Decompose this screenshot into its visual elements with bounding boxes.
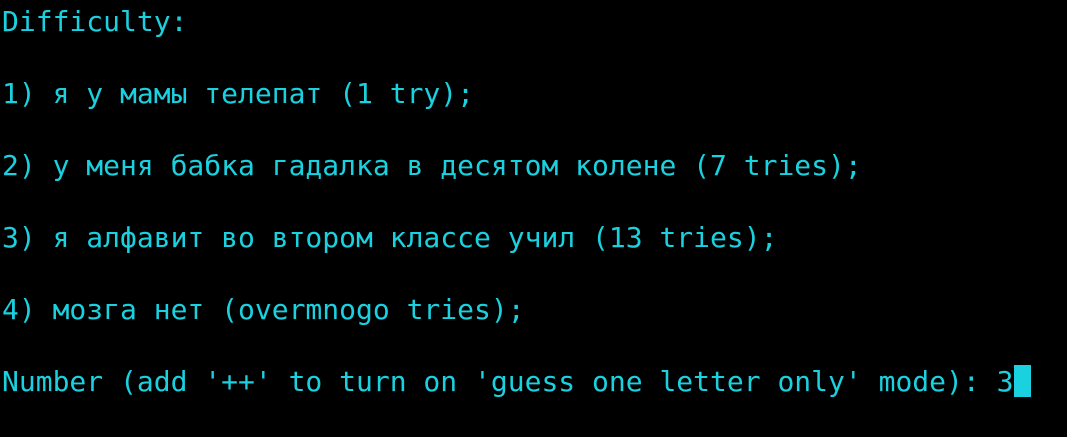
input-prompt: Number (add '++' to turn on 'guess one l… [2, 365, 997, 398]
terminal-window[interactable]: Difficulty: 1) я у мамы телепат (1 try);… [0, 0, 1067, 437]
difficulty-heading: Difficulty: [2, 5, 188, 38]
block-cursor-icon [1014, 365, 1032, 397]
difficulty-option-4: 4) мозга нет (overmnogo tries); [2, 293, 525, 326]
input-value[interactable]: 3 [997, 365, 1014, 398]
difficulty-option-1: 1) я у мамы телепат (1 try); [2, 77, 475, 110]
input-line[interactable]: Number (add '++' to turn on 'guess one l… [2, 364, 1032, 400]
difficulty-option-2: 2) у меня бабка гадалка в десятом колене… [2, 149, 862, 182]
difficulty-option-3: 3) я алфавит во втором классе учил (13 t… [2, 221, 778, 254]
